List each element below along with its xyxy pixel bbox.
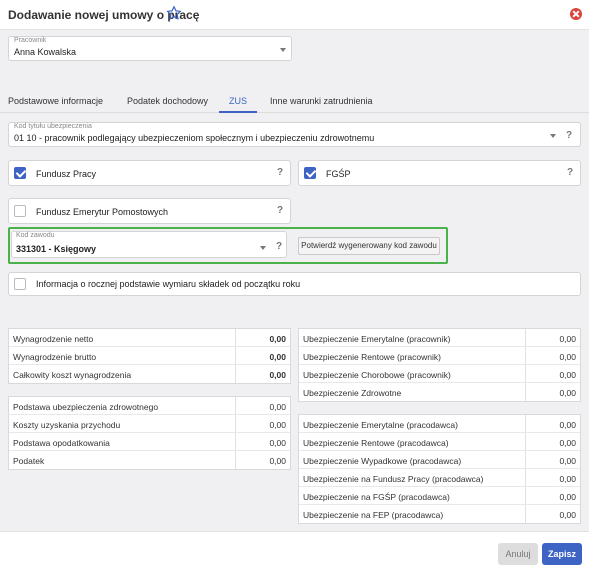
row-label: Ubezpieczenie na FGŚP (pracodawca) — [303, 492, 450, 502]
table-row: Podstawa ubezpieczenia zdrowotnego 0,00 — [9, 397, 290, 415]
chevron-down-icon — [260, 246, 266, 250]
tab-zus[interactable]: ZUS — [229, 96, 247, 106]
row-label: Ubezpieczenie Rentowe (pracownik) — [303, 352, 441, 362]
annual-info-option[interactable]: Informacja o rocznej podstawie wymiaru s… — [8, 272, 581, 296]
cancel-button[interactable]: Anuluj — [498, 543, 538, 565]
row-label: Wynagrodzenie netto — [13, 334, 94, 344]
row-value: 0,00 — [269, 438, 286, 448]
row-value: 0,00 — [559, 420, 576, 430]
table-row: Wynagrodzenie brutto 0,00 — [9, 347, 290, 365]
row-label: Podatek — [13, 456, 45, 466]
table-row: Wynagrodzenie netto 0,00 — [9, 329, 290, 347]
help-icon[interactable]: ? — [566, 130, 572, 141]
help-icon[interactable]: ? — [277, 167, 283, 178]
row-value: 0,00 — [269, 352, 286, 362]
table-row: Ubezpieczenie Wypadkowe (pracodawca) 0,0… — [299, 451, 580, 469]
help-icon[interactable]: ? — [276, 241, 282, 252]
fundusz-pracy-checkbox[interactable] — [14, 167, 26, 179]
table-row: Podstawa opodatkowania 0,00 — [9, 433, 290, 451]
table-row: Ubezpieczenie Emerytalne (pracodawca) 0,… — [299, 415, 580, 433]
fundusz-pracy-label: Fundusz Pracy — [36, 169, 97, 179]
row-label: Wynagrodzenie brutto — [13, 352, 97, 362]
tab-basic-info[interactable]: Podstawowe informacje — [8, 96, 103, 106]
salary-summary-table: Wynagrodzenie netto 0,00 Wynagrodzenie b… — [8, 328, 291, 384]
help-icon[interactable]: ? — [277, 205, 283, 216]
fep-option[interactable]: Fundusz Emerytur Pomostowych ? — [8, 198, 291, 224]
tab-other-conditions[interactable]: Inne warunki zatrudnienia — [270, 96, 373, 106]
fgsp-label: FGŚP — [326, 169, 351, 179]
fep-checkbox[interactable] — [14, 205, 26, 217]
table-row: Ubezpieczenie na FGŚP (pracodawca) 0,00 — [299, 487, 580, 505]
employee-select[interactable]: Pracownik Anna Kowalska — [8, 36, 292, 61]
insurance-code-select[interactable]: Kod tytułu ubezpieczenia 01 10 - pracown… — [8, 122, 581, 147]
insurance-code-value: 01 10 - pracownik podlegający ubezpiecze… — [14, 133, 375, 143]
table-row: Całkowity koszt wynagrodzenia 0,00 — [9, 365, 290, 383]
row-value: 0,00 — [269, 370, 286, 380]
tax-summary-table: Podstawa ubezpieczenia zdrowotnego 0,00 … — [8, 396, 291, 470]
row-value: 0,00 — [559, 492, 576, 502]
row-value: 0,00 — [269, 334, 286, 344]
active-tab-indicator — [219, 111, 257, 113]
employee-label: Pracownik — [14, 37, 47, 44]
row-label: Koszty uzyskania przychodu — [13, 420, 121, 430]
fgsp-option[interactable]: FGŚP ? — [298, 160, 581, 186]
employer-insurance-table: Ubezpieczenie Emerytalne (pracodawca) 0,… — [298, 414, 581, 524]
fep-label: Fundusz Emerytur Pomostowych — [36, 207, 169, 217]
fgsp-checkbox[interactable] — [304, 167, 316, 179]
chevron-down-icon — [550, 134, 556, 138]
row-label: Podstawa ubezpieczenia zdrowotnego — [13, 402, 159, 412]
row-value: 0,00 — [559, 474, 576, 484]
row-value: 0,00 — [269, 420, 286, 430]
table-row: Ubezpieczenie Rentowe (pracodawca) 0,00 — [299, 433, 580, 451]
confirm-profession-code-button[interactable]: Potwierdź wygenerowany kod zawodu — [298, 237, 440, 255]
close-icon[interactable] — [570, 8, 582, 20]
row-value: 0,00 — [559, 334, 576, 344]
table-row: Ubezpieczenie na FEP (pracodawca) 0,00 — [299, 505, 580, 523]
row-label: Ubezpieczenie Emerytalne (pracodawca) — [303, 420, 458, 430]
row-label: Ubezpieczenie na Fundusz Pracy (pracodaw… — [303, 474, 484, 484]
tab-income-tax[interactable]: Podatek dochodowy — [127, 96, 208, 106]
star-icon[interactable] — [166, 5, 182, 21]
row-label: Ubezpieczenie na FEP (pracodawca) — [303, 510, 444, 520]
annual-info-checkbox[interactable] — [14, 278, 26, 290]
row-label: Ubezpieczenie Chorobowe (pracownik) — [303, 370, 451, 380]
table-row: Ubezpieczenie Zdrowotne 0,00 — [299, 383, 580, 401]
row-value: 0,00 — [269, 402, 286, 412]
table-row: Ubezpieczenie na Fundusz Pracy (pracodaw… — [299, 469, 580, 487]
row-label: Ubezpieczenie Emerytalne (pracownik) — [303, 334, 451, 344]
table-row: Podatek 0,00 — [9, 451, 290, 469]
profession-code-label: Kod zawodu — [16, 232, 55, 239]
table-row: Ubezpieczenie Rentowe (pracownik) 0,00 — [299, 347, 580, 365]
table-row: Ubezpieczenie Emerytalne (pracownik) 0,0… — [299, 329, 580, 347]
employee-value: Anna Kowalska — [14, 47, 77, 57]
insurance-code-label: Kod tytułu ubezpieczenia — [14, 123, 92, 130]
table-row: Koszty uzyskania przychodu 0,00 — [9, 415, 290, 433]
row-label: Ubezpieczenie Rentowe (pracodawca) — [303, 438, 449, 448]
row-value: 0,00 — [559, 388, 576, 398]
row-value: 0,00 — [559, 352, 576, 362]
row-value: 0,00 — [559, 438, 576, 448]
profession-code-value: 331301 - Księgowy — [16, 244, 97, 254]
employee-insurance-table: Ubezpieczenie Emerytalne (pracownik) 0,0… — [298, 328, 581, 402]
row-label: Całkowity koszt wynagrodzenia — [13, 370, 132, 380]
row-value: 0,00 — [269, 456, 286, 466]
row-value: 0,00 — [559, 370, 576, 380]
row-label: Ubezpieczenie Zdrowotne — [303, 388, 402, 398]
table-row: Ubezpieczenie Chorobowe (pracownik) 0,00 — [299, 365, 580, 383]
fundusz-pracy-option[interactable]: Fundusz Pracy ? — [8, 160, 291, 186]
chevron-down-icon — [280, 48, 286, 52]
row-label: Ubezpieczenie Wypadkowe (pracodawca) — [303, 456, 462, 466]
row-value: 0,00 — [559, 456, 576, 466]
row-value: 0,00 — [559, 510, 576, 520]
row-label: Podstawa opodatkowania — [13, 438, 110, 448]
help-icon[interactable]: ? — [567, 167, 573, 178]
annual-info-label: Informacja o rocznej podstawie wymiaru s… — [36, 279, 301, 289]
save-button[interactable]: Zapisz — [542, 543, 582, 565]
profession-code-select[interactable]: Kod zawodu 331301 - Księgowy ? — [11, 231, 287, 258]
